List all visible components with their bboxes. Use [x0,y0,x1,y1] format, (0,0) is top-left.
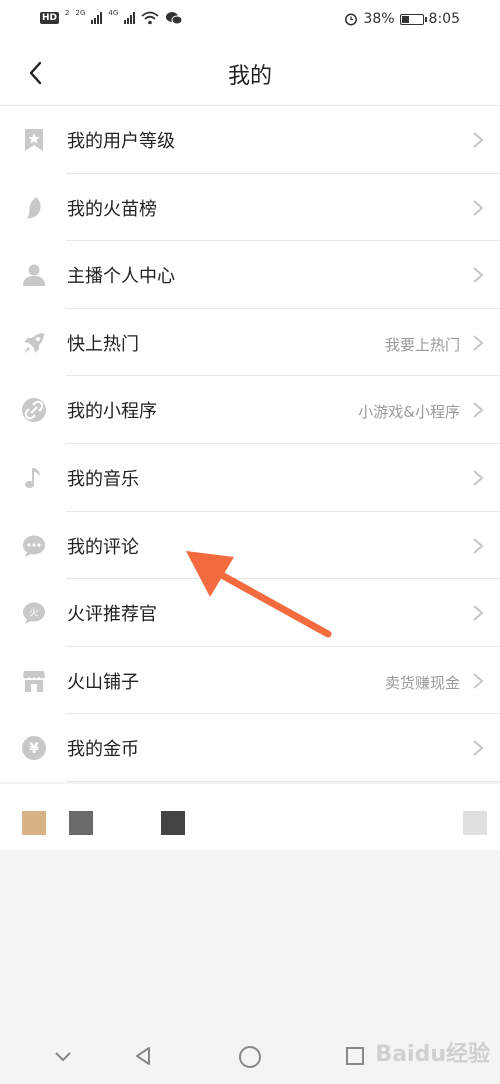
signal-icon [91,12,103,24]
nav-bar: 我的 [0,40,500,106]
hd-badge: HD [40,12,60,24]
back-triangle-icon[interactable] [132,1045,154,1067]
color-swatch[interactable] [22,811,46,835]
watermark: Baidu经验 [375,1042,490,1067]
hd-sub: 2 [65,9,70,17]
menu-item-hot[interactable]: 快上热门 我要上热门 [0,309,500,377]
menu-item-comments[interactable]: 我的评论 [0,512,500,580]
chevron-right-icon [473,199,484,216]
menu-label: 火山铺子 [67,671,139,693]
menu-item-music[interactable]: 我的音乐 [0,444,500,512]
menu-label: 快上热门 [67,333,139,355]
rocket-icon [24,332,44,353]
menu-label: 我的评论 [67,536,139,558]
color-swatch[interactable] [463,811,487,835]
chevron-down-icon[interactable] [52,1045,74,1067]
yen-text: ¥ [29,741,39,757]
fire-badge-icon: 火 [23,602,45,625]
chevron-right-icon [473,267,484,283]
chevron-right-icon [473,672,484,689]
flame-icon [27,196,41,218]
menu-hint: 小游戏&小程序 [358,403,460,422]
menu-label: 我的小程序 [67,401,157,423]
menu-label: 我的音乐 [67,468,139,490]
clock: 8:05 [428,11,460,27]
network-label-1: 2G [75,9,86,17]
system-nav-bar: Baidu经验 [0,1028,500,1084]
menu-hint: 我要上热门 [384,335,460,354]
battery-icon [399,13,427,25]
menu-label: 主播个人中心 [67,266,175,288]
music-note-icon [25,467,40,489]
home-circle-icon[interactable] [238,1045,262,1069]
menu-item-streamer-center[interactable]: 主播个人中心 [0,241,500,309]
swatch-row [0,784,500,850]
page-title: 我的 [227,64,272,89]
menu-item-mini-programs[interactable]: 我的小程序 小游戏&小程序 [0,376,500,444]
bookmark-star-icon [25,129,43,151]
menu-label: 我的金币 [67,739,139,761]
chevron-right-icon [473,335,484,351]
menu-list: 我的用户等级 我的火苗榜 主播个人中心 快上热门 我要上热门 我的小程序 小游戏… [0,106,500,782]
chevron-right-icon [473,470,484,486]
recent-apps-icon[interactable] [344,1045,366,1067]
color-swatch[interactable] [161,811,185,835]
status-bar: HD 2 2G 4G 38% 8:05 [0,0,500,40]
chevron-right-icon [473,402,484,419]
chevron-right-icon [473,740,484,757]
color-swatch[interactable] [69,811,93,835]
fire-badge-text: 火 [29,607,39,619]
person-icon [23,264,45,287]
wifi-icon [141,11,159,25]
menu-label: 火评推荐官 [67,604,157,626]
menu-item-flame-rank[interactable]: 我的火苗榜 [0,174,500,242]
status-right: 38% 8:05 [344,11,460,27]
battery-percent: 38% [363,11,395,27]
menu-label: 我的用户等级 [67,131,175,152]
menu-item-coins[interactable]: ¥ 我的金币 [0,714,500,782]
network-label-2: 4G [108,9,119,17]
alarm-icon [345,13,358,26]
signal-icon-2 [124,12,136,24]
menu-item-user-level[interactable]: 我的用户等级 [0,106,500,174]
menu-item-shop[interactable]: 火山铺子 卖货赚现金 [0,647,500,715]
menu-item-recommender[interactable]: 火 火评推荐官 [0,579,500,647]
divider [66,780,500,782]
wechat-icon [166,12,183,25]
chevron-right-icon [473,605,484,621]
link-icon [22,398,46,423]
status-left: HD 2 2G 4G [40,9,183,25]
menu-label: 我的火苗榜 [67,198,157,220]
chevron-right-icon [473,132,484,148]
chat-bubble-icon [23,535,45,557]
shop-icon [23,670,45,692]
yen-coin-icon: ¥ [22,736,46,761]
chevron-right-icon [473,537,484,554]
menu-hint: 卖货赚现金 [384,673,460,692]
